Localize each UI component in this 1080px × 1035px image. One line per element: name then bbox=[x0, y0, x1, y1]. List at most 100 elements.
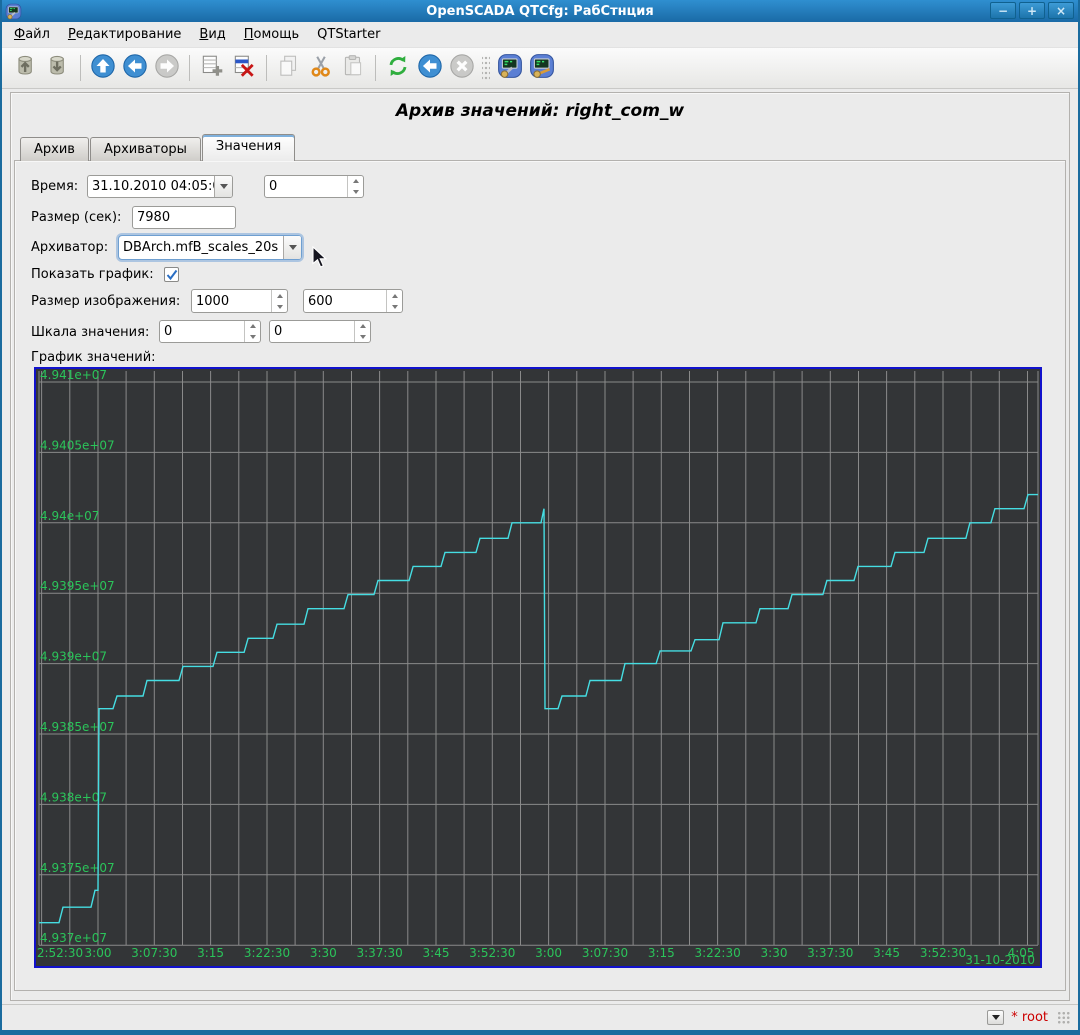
image-height-value: 600 bbox=[304, 294, 386, 309]
y-tick-label: 4.9395e+07 bbox=[40, 579, 115, 593]
x-tick-label: 3:15 bbox=[197, 946, 224, 960]
scale-from-spinbox[interactable]: 0 bbox=[159, 320, 261, 343]
up-button[interactable] bbox=[87, 52, 119, 84]
y-tick-label: 4.941e+07 bbox=[40, 369, 107, 382]
x-tick-label: 3:30 bbox=[310, 946, 337, 960]
spin-arrows-icon[interactable] bbox=[386, 290, 402, 312]
x-tick-label: 3:45 bbox=[873, 946, 900, 960]
window-border-left bbox=[0, 0, 2, 1035]
db-load-icon bbox=[13, 53, 39, 83]
menu-item-qtstarter[interactable]: QTStarter bbox=[308, 23, 389, 46]
minimize-button[interactable]: − bbox=[990, 2, 1016, 19]
y-tick-label: 4.9385e+07 bbox=[40, 720, 115, 734]
size-seconds-value: 7980 bbox=[133, 210, 235, 225]
load-from-db-button[interactable] bbox=[10, 52, 42, 84]
x-tick-label: 3:37:30 bbox=[807, 946, 853, 960]
chevron-down-icon[interactable] bbox=[283, 236, 301, 259]
menu-item-редактирование[interactable]: Редактирование bbox=[59, 23, 190, 46]
resize-grip[interactable] bbox=[1057, 1011, 1070, 1024]
graph-label: График значений: bbox=[31, 350, 156, 365]
tab-архив[interactable]: Архив bbox=[20, 137, 89, 161]
spin-arrows-icon[interactable] bbox=[354, 321, 370, 342]
refresh-icon bbox=[385, 53, 411, 83]
graph-svg: 4.941e+074.9405e+074.94e+074.9395e+074.9… bbox=[36, 369, 1040, 966]
spin-arrows-icon[interactable] bbox=[347, 176, 363, 197]
y-tick-label: 4.937e+07 bbox=[40, 931, 107, 945]
scale-to-spinbox[interactable]: 0 bbox=[269, 320, 371, 343]
cut-item-button[interactable] bbox=[305, 52, 337, 84]
back-button[interactable] bbox=[119, 52, 151, 84]
menu-item-помощь[interactable]: Помощь bbox=[235, 23, 308, 46]
x-tick-label: 3:52:30 bbox=[469, 946, 515, 960]
save-to-db-button[interactable] bbox=[42, 52, 74, 84]
spin-arrows-icon[interactable] bbox=[271, 290, 287, 312]
toolbar-separator bbox=[266, 55, 267, 81]
stop-button bbox=[446, 52, 478, 84]
spin-arrows-icon[interactable] bbox=[244, 321, 260, 342]
time-usec-spinbox[interactable]: 0 bbox=[264, 175, 364, 198]
time-label: Время: bbox=[31, 179, 78, 194]
refresh-button[interactable] bbox=[382, 52, 414, 84]
toolbar-separator bbox=[80, 55, 81, 81]
tab-bar: АрхивАрхиваторыЗначения bbox=[20, 134, 296, 161]
toolbar bbox=[2, 48, 1078, 89]
time-usec-value: 0 bbox=[265, 179, 347, 194]
toolbar-handle[interactable] bbox=[482, 55, 490, 81]
x-tick-label: 2:52:30 bbox=[37, 946, 83, 960]
start-button[interactable] bbox=[414, 52, 446, 84]
copy-icon bbox=[276, 53, 302, 83]
item-delete-icon bbox=[231, 53, 257, 83]
archiver-label: Архиватор: bbox=[31, 240, 108, 255]
y-tick-label: 4.94e+07 bbox=[40, 509, 99, 523]
image-height-spinbox[interactable]: 600 bbox=[303, 289, 403, 313]
stop-circle-icon bbox=[449, 53, 475, 83]
archiver-combobox[interactable]: DBArch.mfB_scales_20s bbox=[118, 235, 302, 260]
status-dropdown-button[interactable] bbox=[987, 1010, 1004, 1025]
current-user: * root bbox=[1011, 1010, 1048, 1025]
show-graph-checkbox[interactable] bbox=[164, 267, 179, 282]
up-circle-icon bbox=[90, 53, 116, 83]
forward-circle-icon bbox=[154, 53, 180, 83]
x-tick-label: 3:07:30 bbox=[582, 946, 628, 960]
qtstarter-qtcfg-button[interactable] bbox=[526, 52, 558, 84]
scale-to-value: 0 bbox=[270, 324, 354, 339]
x-tick-label: 3:00 bbox=[85, 946, 112, 960]
add-item-button[interactable] bbox=[196, 52, 228, 84]
maximize-button[interactable]: + bbox=[1019, 2, 1045, 19]
time-value: 31.10.2010 04:05:00 bbox=[88, 179, 214, 194]
forward-button bbox=[151, 52, 183, 84]
delete-item-button[interactable] bbox=[228, 52, 260, 84]
window-border-bottom bbox=[0, 1030, 1080, 1035]
time-combobox[interactable]: 31.10.2010 04:05:00 bbox=[87, 175, 233, 198]
chevron-down-icon[interactable] bbox=[214, 176, 232, 197]
x-tick-label: 3:52:30 bbox=[920, 946, 966, 960]
menu-item-файл[interactable]: Файл bbox=[5, 23, 59, 46]
close-button[interactable]: × bbox=[1048, 2, 1074, 19]
show-graph-label: Показать график: bbox=[31, 267, 154, 282]
date-label: 31-10-2010 bbox=[965, 953, 1035, 966]
archiver-value: DBArch.mfB_scales_20s bbox=[119, 240, 283, 255]
x-tick-label: 3:00 bbox=[535, 946, 562, 960]
size-label: Размер (сек): bbox=[31, 210, 121, 225]
value-scale-label: Шкала значения: bbox=[31, 325, 149, 340]
menu-item-вид[interactable]: Вид bbox=[190, 23, 234, 46]
openscada-config-icon bbox=[497, 53, 523, 83]
image-width-spinbox[interactable]: 1000 bbox=[191, 289, 288, 313]
x-tick-label: 3:22:30 bbox=[244, 946, 290, 960]
qtstarter-config-button[interactable] bbox=[494, 52, 526, 84]
status-bar: * root bbox=[2, 1004, 1078, 1030]
x-tick-label: 3:30 bbox=[761, 946, 788, 960]
tab-архиваторы[interactable]: Архиваторы bbox=[90, 137, 201, 161]
copy-item-button bbox=[273, 52, 305, 84]
size-seconds-field[interactable]: 7980 bbox=[132, 206, 236, 229]
db-save-icon bbox=[45, 53, 71, 83]
cut-icon bbox=[308, 53, 334, 83]
tab-content-values: Время: 31.10.2010 04:05:00 0 Размер (сек… bbox=[14, 160, 1066, 991]
back-circle-icon bbox=[122, 53, 148, 83]
toolbar-separator bbox=[189, 55, 190, 81]
x-tick-label: 3:07:30 bbox=[131, 946, 177, 960]
y-tick-label: 4.938e+07 bbox=[40, 790, 107, 804]
tab-значения[interactable]: Значения bbox=[202, 134, 295, 161]
title-bar[interactable]: OpenSCADA QTCfg: РабСтнция −+× bbox=[0, 0, 1080, 22]
checkmark-icon bbox=[166, 269, 178, 281]
